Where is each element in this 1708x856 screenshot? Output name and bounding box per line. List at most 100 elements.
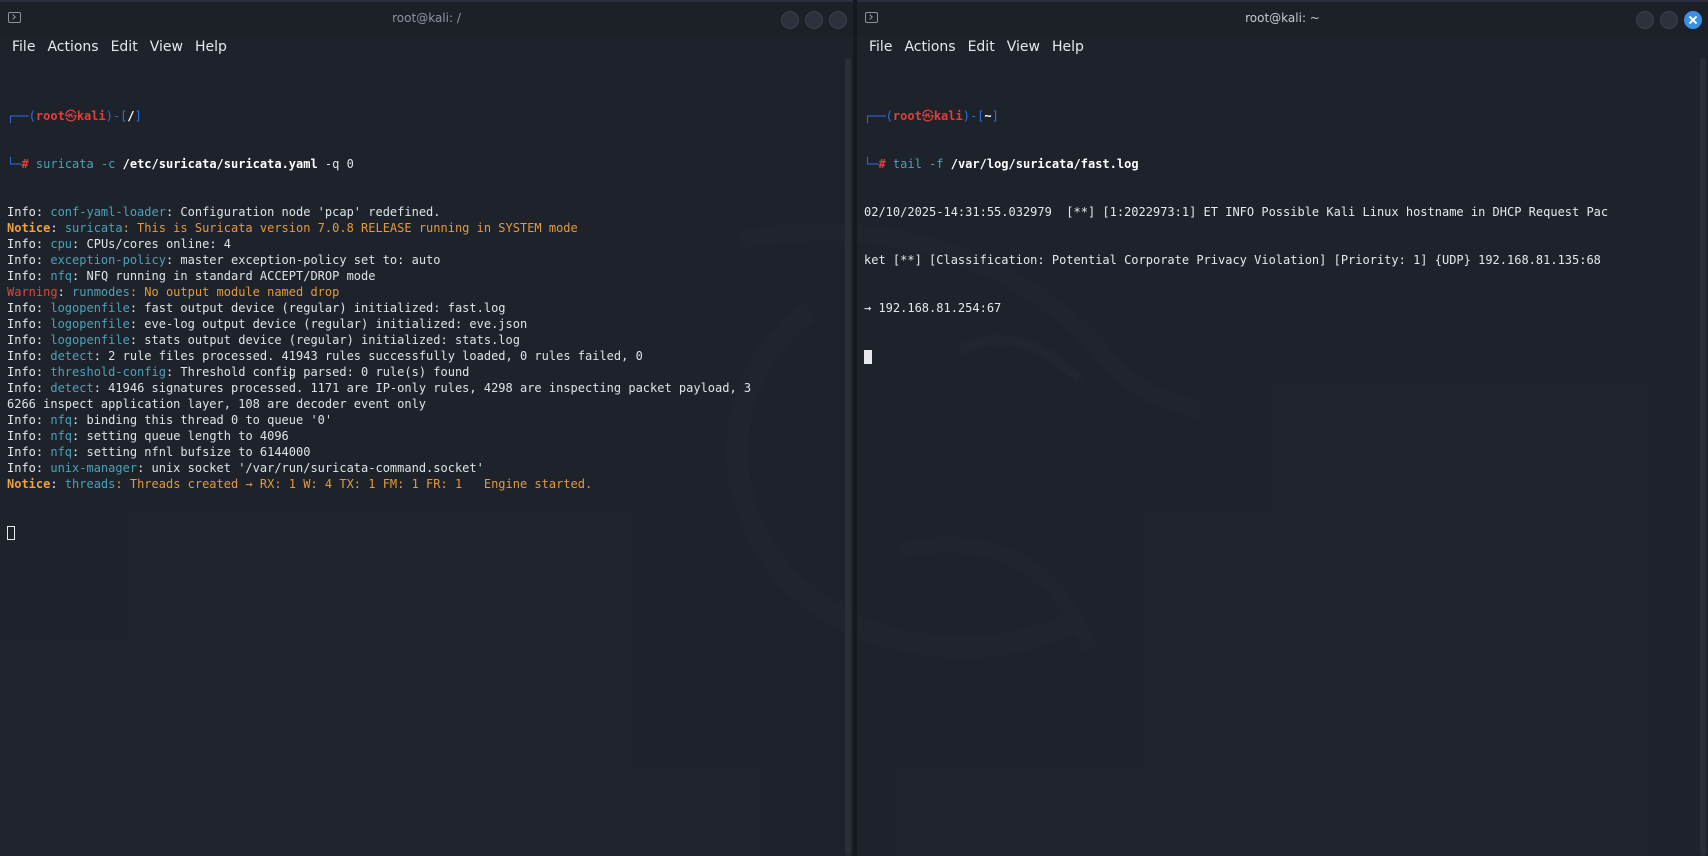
minimize-button[interactable] [781, 11, 799, 29]
log-line: Info: threshold-config: Threshold config… [7, 364, 839, 380]
log-module: threads [64, 477, 116, 491]
log-module: logopenfile [50, 333, 130, 347]
menu-file[interactable]: File [6, 39, 41, 55]
prompt-hash: # [878, 157, 886, 171]
log-level: Info [7, 333, 36, 347]
log-lines: Info: conf-yaml-loader: Configuration no… [7, 204, 839, 492]
log-module: threshold-config [50, 365, 166, 379]
terminal-window-right: root@kali: ~ File Actions Edit View Help… [857, 0, 1708, 856]
log-message: 6266 inspect application layer, 108 are … [7, 397, 427, 411]
log-separator: : [35, 253, 51, 267]
prompt-skull-icon: ㉿ [64, 109, 77, 123]
window-controls [1636, 11, 1702, 29]
mouse-ibeam-cursor [290, 368, 294, 380]
prompt-frame: ┌──( [7, 109, 36, 123]
titlebar-right[interactable]: root@kali: ~ [857, 0, 1708, 36]
maximize-button[interactable] [1660, 11, 1678, 29]
log-message: : No output module named drop [129, 285, 340, 299]
log-separator: : [35, 381, 51, 395]
menu-help[interactable]: Help [189, 39, 233, 55]
log-level: Info [7, 365, 36, 379]
menu-edit[interactable]: Edit [962, 39, 1001, 55]
menu-actions[interactable]: Actions [898, 39, 961, 55]
log-level: Info [7, 269, 36, 283]
window-controls [781, 11, 847, 29]
close-button[interactable] [1684, 11, 1702, 29]
maximize-button[interactable] [805, 11, 823, 29]
log-level: Info [7, 317, 36, 331]
menubar-left: File Actions Edit View Help [0, 36, 853, 58]
prompt-user: root [892, 109, 922, 123]
log-message: : This is Suricata version 7.0.8 RELEASE… [122, 221, 578, 235]
log-level: Info [7, 301, 36, 315]
log-message: : master exception-policy set to: auto [165, 253, 441, 267]
log-module: detect [50, 381, 94, 395]
prompt-frame: ] [134, 109, 142, 123]
terminal-output-left[interactable]: ┌──(root㉿kali)-[/] └─# suricata -c /etc/… [7, 76, 839, 572]
menu-actions[interactable]: Actions [41, 39, 104, 55]
command-text: suricata -c [35, 157, 123, 171]
log-message: : CPUs/cores online: 4 [72, 237, 231, 251]
log-message: : 41946 signatures processed. 1171 are I… [93, 381, 752, 395]
log-line: Info: detect: 2 rule files processed. 41… [7, 348, 839, 364]
log-line: Info: unix-manager: unix socket '/var/ru… [7, 460, 839, 476]
log-separator: : [35, 461, 51, 475]
log-message: : 2 rule files processed. 41943 rules su… [93, 349, 643, 363]
command-line: └─# suricata -c /etc/suricata/suricata.y… [7, 156, 839, 172]
log-level: Info [7, 381, 36, 395]
log-separator: : [35, 365, 51, 379]
log-separator: : [35, 301, 51, 315]
minimize-button[interactable] [1636, 11, 1654, 29]
menu-view[interactable]: View [1001, 39, 1046, 55]
log-separator: : [57, 285, 73, 299]
log-module: unix-manager [50, 461, 138, 475]
log-separator: : [35, 413, 51, 427]
log-line: Info: logopenfile: stats output device (… [7, 332, 839, 348]
log-module: suricata [64, 221, 123, 235]
log-level: Notice [7, 477, 51, 491]
log-level: Notice [7, 221, 51, 235]
log-separator: : [35, 349, 51, 363]
terminal-output-right[interactable]: ┌──(root㉿kali)-[~] └─# tail -f /var/log/… [864, 76, 1694, 396]
close-button[interactable] [829, 11, 847, 29]
log-message: : setting nfnl bufsize to 6144000 [72, 445, 311, 459]
log-level: Info [7, 205, 36, 219]
log-line: Info: nfq: setting nfnl bufsize to 61440… [7, 444, 839, 460]
log-module: nfq [50, 445, 73, 459]
prompt-host: kali [76, 109, 106, 123]
scrollbar-left[interactable] [845, 58, 851, 856]
log-line: Notice: suricata: This is Suricata versi… [7, 220, 839, 236]
log-line: Info: conf-yaml-loader: Configuration no… [7, 204, 839, 220]
prompt-host: kali [933, 109, 963, 123]
log-message: : Threshold config parsed: 0 rule(s) fou… [165, 365, 470, 379]
cursor-line [864, 348, 1694, 364]
alert-line: 02/10/2025-14:31:55.032979 [**] [1:20229… [864, 205, 1609, 219]
menu-file[interactable]: File [863, 39, 898, 55]
prompt-frame: └─ [7, 157, 22, 171]
prompt-path: ~ [984, 109, 992, 123]
command-text: tail -f [892, 157, 951, 171]
menu-view[interactable]: View [144, 39, 189, 55]
scrollbar-right[interactable] [1700, 58, 1706, 856]
command-tail: -q 0 [317, 157, 354, 171]
log-line: Notice: threads: Threads created → RX: 1… [7, 476, 839, 492]
log-level: Info [7, 237, 36, 251]
titlebar-left[interactable]: root@kali: / [0, 0, 853, 36]
log-level: Info [7, 445, 36, 459]
text-cursor [864, 349, 872, 364]
log-module: logopenfile [50, 317, 130, 331]
log-separator: : [35, 429, 51, 443]
menu-edit[interactable]: Edit [105, 39, 144, 55]
log-separator: : [35, 237, 51, 251]
log-message: : fast output device (regular) initializ… [129, 301, 506, 315]
prompt-skull-icon: ㉿ [921, 109, 934, 123]
prompt-line: ┌──(root㉿kali)-[/] [7, 108, 839, 124]
menu-help[interactable]: Help [1046, 39, 1090, 55]
log-line: Info: exception-policy: master exception… [7, 252, 839, 268]
log-separator: : [35, 205, 51, 219]
log-message: : eve-log output device (regular) initia… [129, 317, 528, 331]
prompt-frame: )-[ [962, 109, 985, 123]
log-message: : NFQ running in standard ACCEPT/DROP mo… [72, 269, 376, 283]
prompt-frame: ┌──( [864, 109, 893, 123]
log-line: Warning: runmodes: No output module name… [7, 284, 839, 300]
